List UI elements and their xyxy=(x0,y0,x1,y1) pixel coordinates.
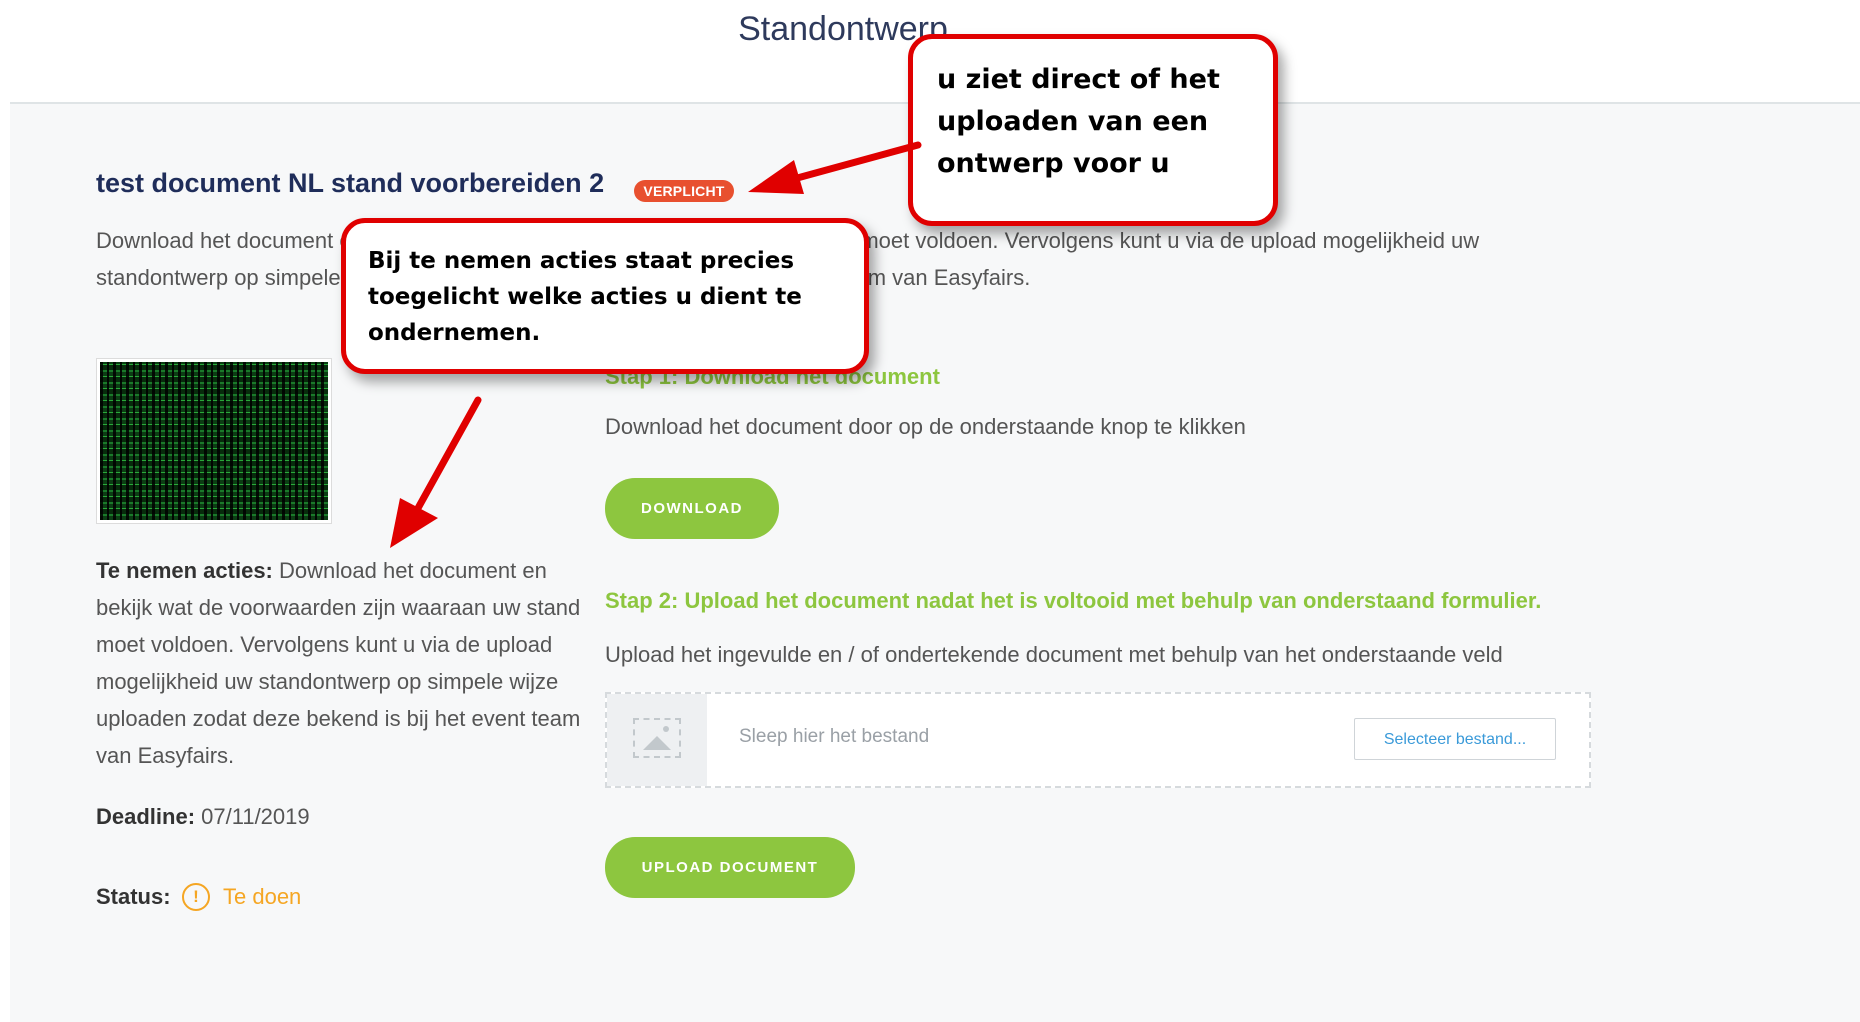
status: Status: ! Te doen xyxy=(96,880,301,914)
step1-description: Download het document door op de onderst… xyxy=(605,414,1246,439)
file-dropzone[interactable]: Sleep hier het bestand Selecteer bestand… xyxy=(605,692,1591,788)
warning-icon: ! xyxy=(182,883,210,911)
deadline-label: Deadline: xyxy=(96,804,196,829)
deadline: Deadline: 07/11/2019 xyxy=(96,804,310,830)
actions-label: Te nemen acties: xyxy=(96,558,273,583)
deadline-value: 07/11/2019 xyxy=(195,804,310,829)
status-value: Te doen xyxy=(223,884,302,909)
required-badge: VERPLICHT xyxy=(634,180,734,202)
dropzone-preview xyxy=(607,694,707,786)
status-label: Status: xyxy=(96,884,171,909)
image-icon-sun xyxy=(663,726,669,732)
image-icon-mountain xyxy=(643,736,671,750)
image-placeholder-icon xyxy=(633,718,681,758)
document-thumbnail[interactable] xyxy=(96,358,332,524)
annotation-callout-top: u ziet direct of het uploaden van een on… xyxy=(908,34,1278,226)
step2-description: Upload het ingevulde en / of ondertekend… xyxy=(605,642,1503,667)
select-file-button[interactable]: Selecteer bestand... xyxy=(1354,718,1556,760)
download-button[interactable]: DOWNLOAD xyxy=(605,478,779,539)
page-title: Standontwerp xyxy=(738,10,948,48)
dropzone-text: Sleep hier het bestand xyxy=(739,726,930,747)
step2-title: Stap 2: Upload het document nadat het is… xyxy=(605,588,1542,613)
upload-document-button[interactable]: UPLOAD DOCUMENT xyxy=(605,837,855,898)
document-title: test document NL stand voorbereiden 2 xyxy=(96,168,605,198)
actions-text: Te nemen acties: Download het document e… xyxy=(96,552,584,774)
actions-body: Download het document en bekijk wat de v… xyxy=(96,558,581,768)
annotation-callout-actions: Bij te nemen acties staat precies toegel… xyxy=(341,218,869,374)
thumbnail-image xyxy=(100,362,328,520)
